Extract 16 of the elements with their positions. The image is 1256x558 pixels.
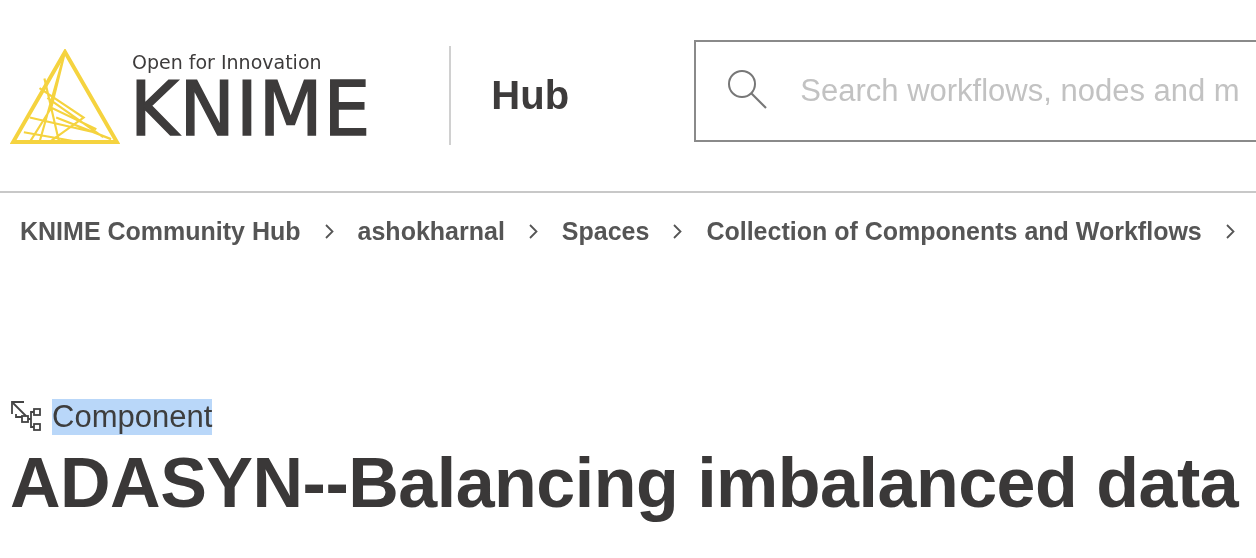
chevron-right-icon xyxy=(324,223,334,239)
component-icon xyxy=(10,400,44,434)
logo-tagline: Open for Innovation xyxy=(132,51,323,73)
chevron-right-icon xyxy=(528,223,538,239)
search-field[interactable]: Search workflows, nodes and m xyxy=(694,39,1256,142)
breadcrumb-link[interactable]: Collection of Components and Workflows xyxy=(706,216,1202,246)
chevron-right-icon xyxy=(673,223,683,239)
breadcrumb-link[interactable]: KNIME Community Hub xyxy=(20,216,301,246)
section-title: Hub xyxy=(491,73,571,118)
breadcrumb-link[interactable]: Spaces xyxy=(561,216,650,246)
chevron-right-icon xyxy=(1225,223,1235,239)
item-type-label: Component xyxy=(52,399,213,435)
breadcrumb-link[interactable]: ashokharnal xyxy=(357,216,505,246)
logo-wordmark: KNIME xyxy=(130,73,372,145)
page-title: ADASYN--Balancing imbalanced data xyxy=(10,443,1240,523)
triangle-logo-icon xyxy=(10,49,120,145)
